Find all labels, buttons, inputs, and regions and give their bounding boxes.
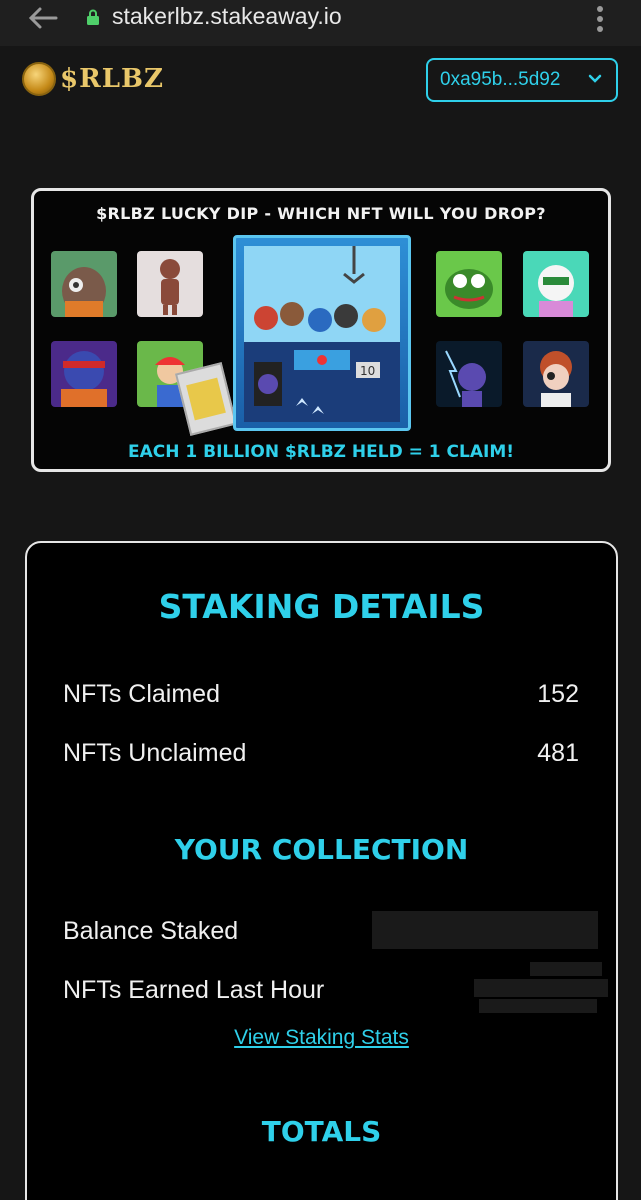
nft-thumbnail [137,251,203,317]
totals-heading: TOTALS [261,1115,382,1148]
view-staking-stats-link[interactable]: View Staking Stats [27,1026,616,1050]
nft-thumbnail [523,341,589,407]
redacted-value [530,962,602,976]
browser-url-bar: stakerlbz.stakeaway.io [0,0,641,46]
wallet-address: 0xa95b...5d92 [440,69,561,90]
nft-thumbnail [51,251,117,317]
kebab-menu-icon[interactable] [590,4,610,34]
nft-thumbnail [51,341,117,407]
site-logo[interactable]: $RLBZ [22,62,164,96]
redacted-value [474,979,608,997]
coin-logo-icon [22,62,56,96]
nfts-unclaimed-label: NFTs Unclaimed [63,739,247,767]
redacted-value [372,911,598,931]
lucky-dip-banner[interactable]: $RLBZ LUCKY DIP - WHICH NFT WILL YOU DRO… [31,188,611,472]
nfts-claimed-value: 152 [537,680,579,708]
redacted-value [479,999,597,1013]
claw-machine-image: 10 [233,235,411,431]
wallet-address-button[interactable]: 0xa95b...5d92 [426,58,618,102]
lock-icon [87,9,99,25]
nft-thumbnail [436,251,502,317]
nft-thumbnail [523,251,589,317]
staking-details-heading: STAKING DETAILS [158,587,485,626]
chevron-down-icon [588,74,602,83]
svg-text:10: 10 [360,364,375,378]
balance-staked-label: Balance Staked [63,917,239,945]
nfts-unclaimed-value: 481 [537,739,579,767]
redacted-value [372,931,598,949]
banner-title: $RLBZ LUCKY DIP - WHICH NFT WILL YOU DRO… [96,204,546,223]
nft-thumbnail [436,341,502,407]
url-text[interactable]: stakerlbz.stakeaway.io [112,3,342,30]
graded-card-image [174,362,238,436]
back-arrow-icon[interactable] [26,6,60,30]
logo-text: $RLBZ [60,64,164,94]
staking-card: STAKING DETAILS NFTs Claimed 152 NFTs Un… [25,541,618,1200]
nfts-claimed-label: NFTs Claimed [63,680,220,708]
nfts-earned-last-hour-label: NFTs Earned Last Hour [63,976,325,1004]
your-collection-heading: YOUR COLLECTION [174,833,469,866]
banner-footer: EACH 1 BILLION $RLBZ HELD = 1 CLAIM! [127,442,515,462]
